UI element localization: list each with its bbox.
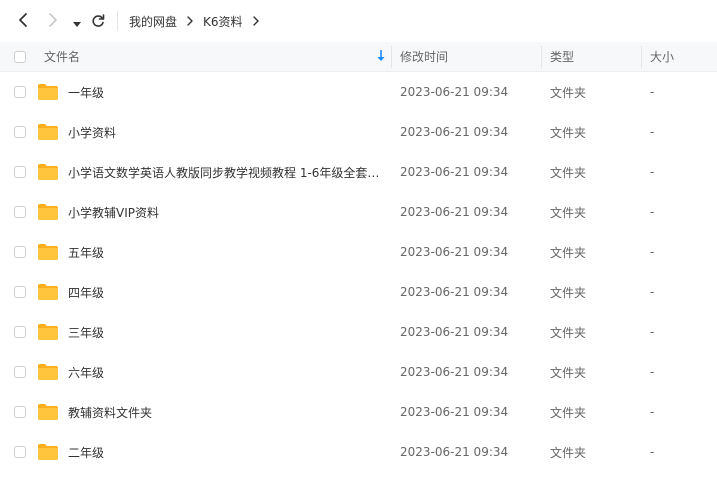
- file-row[interactable]: 二年级 2023-06-21 09:34 文件夹 -: [0, 432, 717, 472]
- file-type: 文件夹: [550, 405, 587, 420]
- file-type: 文件夹: [550, 85, 587, 100]
- row-checkbox[interactable]: [14, 406, 26, 418]
- file-row[interactable]: 六年级 2023-06-21 09:34 文件夹 -: [0, 352, 717, 392]
- row-checkbox[interactable]: [14, 126, 26, 138]
- file-name[interactable]: 小学资料: [68, 124, 116, 141]
- caret-down-icon: [73, 13, 81, 32]
- file-mtime: 2023-06-21 09:34: [400, 125, 509, 139]
- file-type: 文件夹: [550, 285, 587, 300]
- breadcrumb-expand-icon[interactable]: [247, 12, 265, 30]
- history-dropdown-button[interactable]: [70, 12, 84, 32]
- file-size: -: [650, 285, 655, 299]
- file-name[interactable]: 小学教辅VIP资料: [68, 204, 159, 221]
- file-list: 一年级 2023-06-21 09:34 文件夹 - 小学资料 2023-06-…: [0, 72, 717, 472]
- row-checkbox[interactable]: [14, 86, 26, 98]
- file-row[interactable]: 一年级 2023-06-21 09:34 文件夹 -: [0, 72, 717, 112]
- file-list-header: 文件名 修改时间 类型 大小: [0, 42, 717, 72]
- file-mtime: 2023-06-21 09:34: [400, 85, 509, 99]
- refresh-icon: [91, 13, 105, 32]
- column-header-type[interactable]: 类型: [550, 42, 574, 71]
- file-row[interactable]: 四年级 2023-06-21 09:34 文件夹 -: [0, 272, 717, 312]
- folder-icon: [37, 432, 59, 472]
- file-mtime: 2023-06-21 09:34: [400, 245, 509, 259]
- select-all-cell: [14, 42, 26, 71]
- file-type: 文件夹: [550, 165, 587, 180]
- file-type: 文件夹: [550, 445, 587, 460]
- folder-icon: [37, 392, 59, 432]
- file-row[interactable]: 教辅资料文件夹 2023-06-21 09:34 文件夹 -: [0, 392, 717, 432]
- file-size: -: [650, 245, 655, 259]
- file-name[interactable]: 二年级: [68, 444, 104, 461]
- row-checkbox[interactable]: [14, 206, 26, 218]
- file-type: 文件夹: [550, 205, 587, 220]
- file-name[interactable]: 教辅资料文件夹: [68, 404, 152, 421]
- file-mtime: 2023-06-21 09:34: [400, 165, 509, 179]
- file-mtime: 2023-06-21 09:34: [400, 445, 509, 459]
- file-row[interactable]: 三年级 2023-06-21 09:34 文件夹 -: [0, 312, 717, 352]
- folder-icon: [37, 352, 59, 392]
- file-size: -: [650, 325, 655, 339]
- folder-icon: [37, 312, 59, 352]
- folder-icon: [37, 152, 59, 192]
- file-mtime: 2023-06-21 09:34: [400, 285, 509, 299]
- file-size: -: [650, 205, 655, 219]
- row-checkbox[interactable]: [14, 166, 26, 178]
- row-checkbox[interactable]: [14, 286, 26, 298]
- column-header-mtime[interactable]: 修改时间: [400, 42, 448, 71]
- file-mtime: 2023-06-21 09:34: [400, 205, 509, 219]
- column-divider[interactable]: [641, 46, 642, 68]
- file-type: 文件夹: [550, 365, 587, 380]
- row-checkbox[interactable]: [14, 366, 26, 378]
- file-mtime: 2023-06-21 09:34: [400, 405, 509, 419]
- toolbar-divider: [117, 11, 118, 31]
- folder-icon: [37, 112, 59, 152]
- row-checkbox[interactable]: [14, 246, 26, 258]
- column-divider[interactable]: [541, 46, 542, 68]
- file-size: -: [650, 445, 655, 459]
- file-mtime: 2023-06-21 09:34: [400, 325, 509, 339]
- file-row[interactable]: 小学资料 2023-06-21 09:34 文件夹 -: [0, 112, 717, 152]
- file-size: -: [650, 125, 655, 139]
- breadcrumb-item-current[interactable]: K6资料: [203, 13, 243, 30]
- file-name[interactable]: 一年级: [68, 84, 104, 101]
- file-row[interactable]: 五年级 2023-06-21 09:34 文件夹 -: [0, 232, 717, 272]
- file-name[interactable]: 六年级: [68, 364, 104, 381]
- column-divider[interactable]: [391, 46, 392, 68]
- breadcrumb-item-root[interactable]: 我的网盘: [129, 13, 177, 30]
- chevron-left-icon: [17, 12, 29, 32]
- sort-down-arrow-icon[interactable]: [376, 49, 386, 63]
- file-name[interactable]: 四年级: [68, 284, 104, 301]
- file-type: 文件夹: [550, 125, 587, 140]
- file-name[interactable]: 小学语文数学英语人教版同步教学视频教程 1-6年级全套…: [68, 164, 379, 181]
- folder-icon: [37, 232, 59, 272]
- file-size: -: [650, 365, 655, 379]
- breadcrumb-separator-icon: [181, 12, 199, 30]
- file-row[interactable]: 小学教辅VIP资料 2023-06-21 09:34 文件夹 -: [0, 192, 717, 232]
- file-size: -: [650, 85, 655, 99]
- file-name[interactable]: 三年级: [68, 324, 104, 341]
- file-size: -: [650, 405, 655, 419]
- file-mtime: 2023-06-21 09:34: [400, 365, 509, 379]
- folder-icon: [37, 192, 59, 232]
- column-header-size[interactable]: 大小: [650, 42, 674, 71]
- breadcrumb: 我的网盘 K6资料: [129, 12, 269, 30]
- file-row[interactable]: 小学语文数学英语人教版同步教学视频教程 1-6年级全套… 2023-06-21 …: [0, 152, 717, 192]
- refresh-button[interactable]: [88, 11, 108, 33]
- file-name[interactable]: 五年级: [68, 244, 104, 261]
- forward-button[interactable]: [42, 11, 64, 33]
- column-header-name[interactable]: 文件名: [44, 42, 80, 71]
- folder-icon: [37, 72, 59, 112]
- row-checkbox[interactable]: [14, 446, 26, 458]
- toolbar: 我的网盘 K6资料: [0, 0, 717, 42]
- file-type: 文件夹: [550, 325, 587, 340]
- file-type: 文件夹: [550, 245, 587, 260]
- file-size: -: [650, 165, 655, 179]
- row-checkbox[interactable]: [14, 326, 26, 338]
- chevron-right-icon: [47, 12, 59, 32]
- select-all-checkbox[interactable]: [14, 50, 26, 63]
- back-button[interactable]: [12, 11, 34, 33]
- folder-icon: [37, 272, 59, 312]
